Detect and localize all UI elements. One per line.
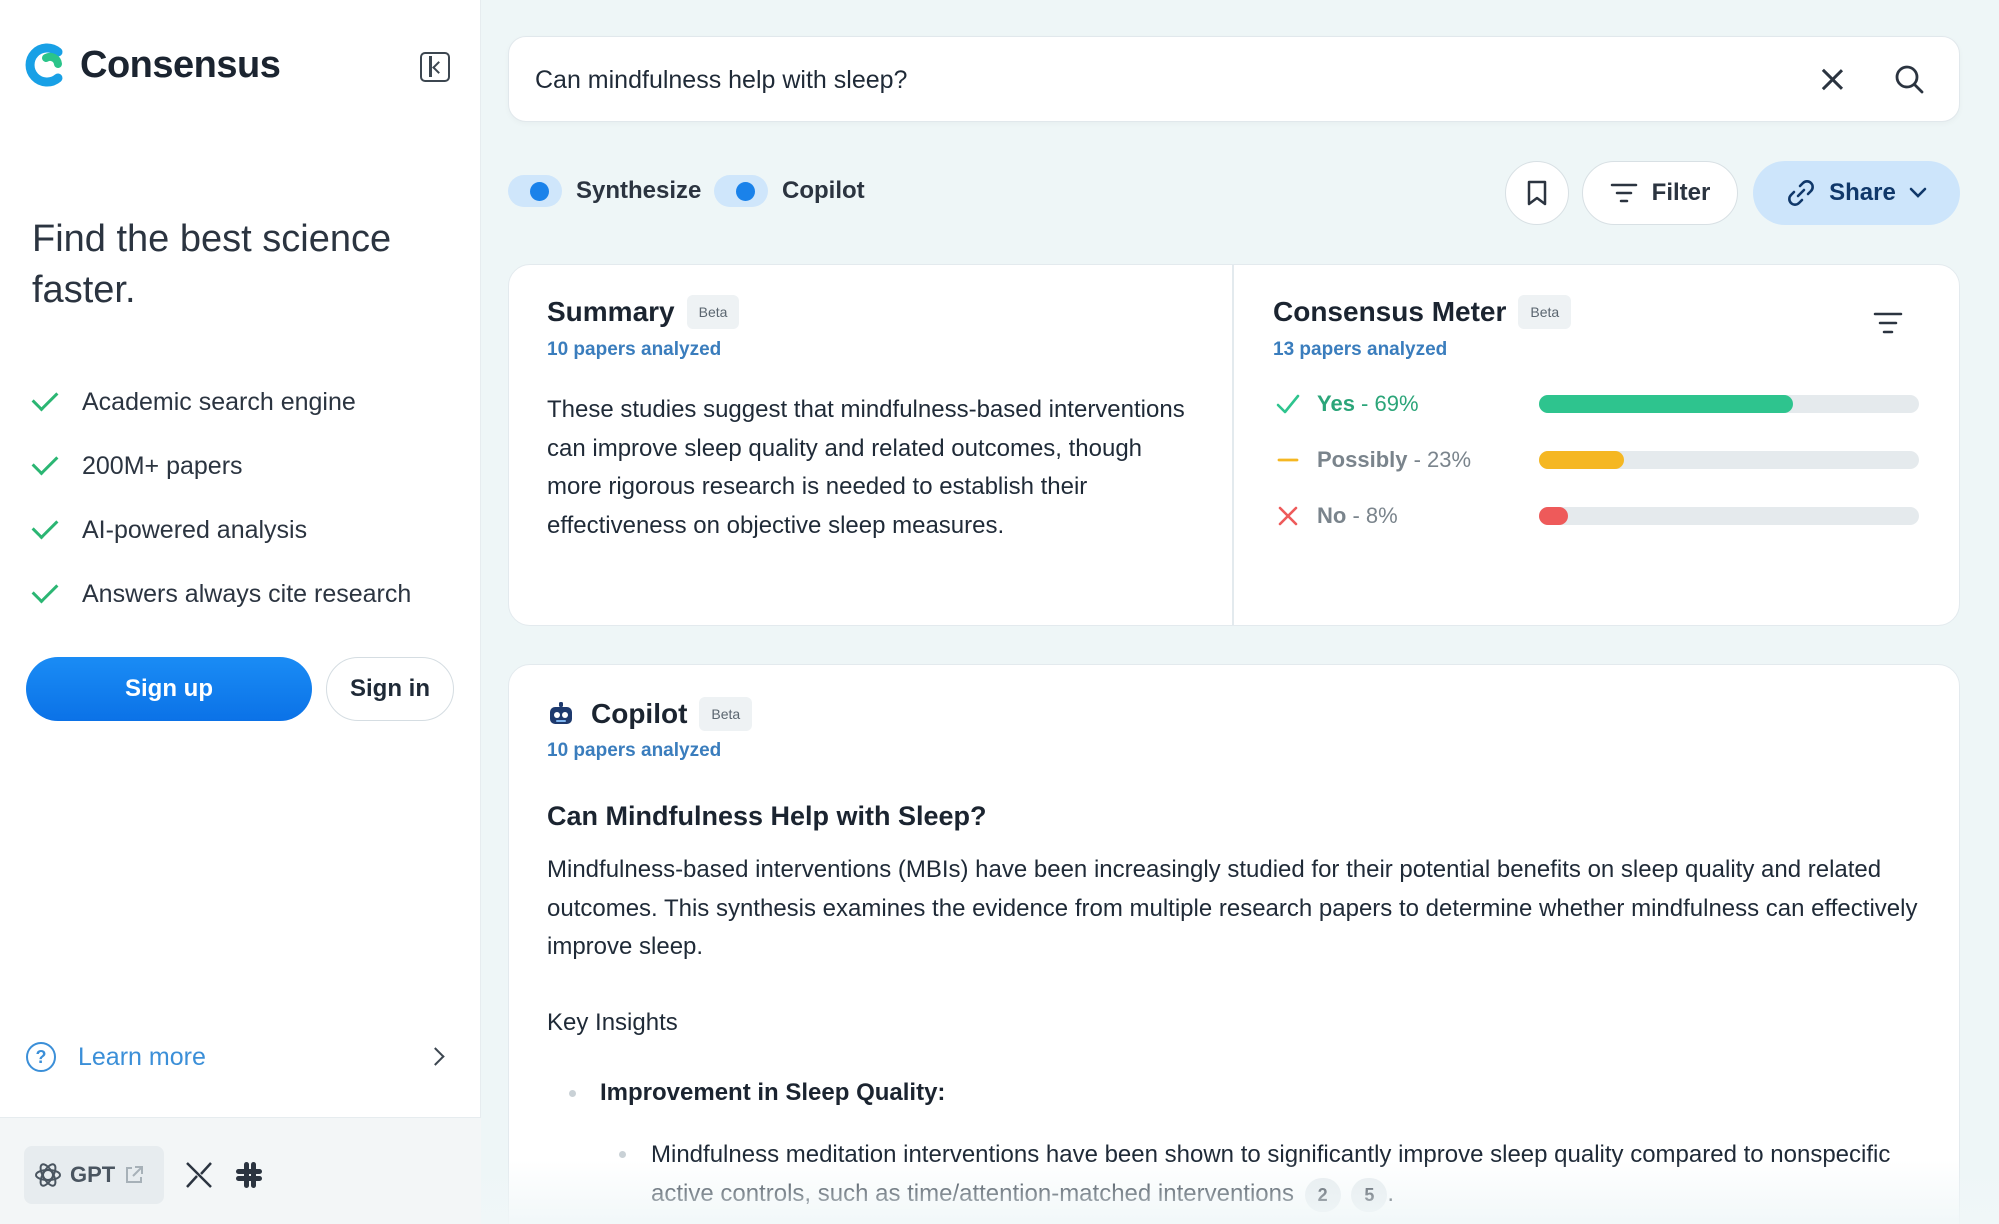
- meter-bar-fill: [1539, 507, 1568, 525]
- filter-button[interactable]: Filter: [1582, 161, 1738, 225]
- meter-paper-count: 13 papers analyzed: [1273, 339, 1448, 360]
- summary-header: Summary Beta: [547, 295, 740, 329]
- feature-item: 200M+ papers: [31, 434, 411, 498]
- sign-up-button[interactable]: Sign up: [26, 657, 312, 721]
- meter-bar: [1539, 451, 1919, 469]
- check-icon: [1276, 394, 1300, 414]
- consensus-logo-icon: [25, 43, 63, 87]
- meter-bar-fill: [1539, 451, 1624, 469]
- toggle-track: [714, 175, 768, 207]
- sign-in-button[interactable]: Sign in: [326, 657, 454, 721]
- list-item: Improvement in Sleep Quality:: [569, 1079, 945, 1107]
- summary-text: These studies suggest that mindfulness-b…: [547, 396, 1185, 539]
- robot-icon: [550, 702, 572, 724]
- filter-label: Filter: [1651, 179, 1711, 206]
- copilot-toggle[interactable]: Copilot: [714, 174, 865, 208]
- feature-item: Answers always cite research: [31, 562, 412, 626]
- help-icon: ?: [26, 1042, 56, 1072]
- check-icon: [31, 448, 59, 476]
- feature-item: AI-powered analysis: [31, 498, 411, 562]
- meter-bar-fill: [1539, 395, 1793, 413]
- toggle-label: Synthesize: [576, 177, 702, 204]
- insight-title-label: Improvement in Sleep Quality:: [600, 1079, 946, 1106]
- clear-search-icon[interactable]: [1817, 64, 1847, 94]
- chevron-down-icon: [1909, 187, 1927, 198]
- scroll-fade: [481, 1160, 1999, 1224]
- copilot-intro: Mindfulness-based interventions (MBIs) h…: [547, 856, 1918, 960]
- feature-label: Answers always cite research: [82, 579, 412, 608]
- sidebar-footer: GPT: [0, 1117, 481, 1224]
- toggle-track: [508, 175, 562, 207]
- summary-card: Summary Beta 10 papers analyzed These st…: [508, 264, 1960, 626]
- copilot-title: Copilot: [591, 698, 688, 729]
- beta-badge: Beta: [1518, 295, 1572, 329]
- meter-label: Yes - 69%: [1317, 391, 1419, 416]
- feature-label: Academic search engine: [82, 387, 356, 416]
- check-icon: [31, 576, 59, 604]
- dash-icon: [1277, 458, 1299, 462]
- copilot-card: Copilot Beta 10 papers analyzed Can Mind…: [508, 664, 1960, 1224]
- synthesize-toggle[interactable]: Synthesize: [508, 174, 701, 208]
- learn-more-link[interactable]: ? Learn more: [26, 1040, 454, 1074]
- collapse-sidebar-icon[interactable]: [420, 52, 450, 82]
- insight-title: Improvement in Sleep Quality:: [600, 1079, 945, 1107]
- summary-paper-count: 10 papers analyzed: [547, 339, 722, 360]
- key-insights-heading: Key Insights: [547, 1009, 678, 1036]
- sort-filter-icon[interactable]: [1873, 311, 1903, 335]
- search-bar[interactable]: Can mindfulness help with sleep?: [508, 36, 1960, 122]
- meter-header: Consensus Meter Beta: [1273, 295, 1572, 329]
- meter-bar: [1539, 507, 1919, 525]
- openai-icon: [35, 1163, 61, 1187]
- slack-icon[interactable]: [234, 1160, 264, 1190]
- x-twitter-icon[interactable]: [184, 1160, 214, 1190]
- check-icon: [31, 384, 59, 412]
- brand-name: Consensus: [80, 43, 281, 86]
- feature-label: AI-powered analysis: [82, 515, 308, 544]
- external-link-icon: [126, 1166, 144, 1183]
- bullet-dot: [619, 1151, 626, 1158]
- gpt-link[interactable]: GPT: [24, 1146, 164, 1204]
- meter-label: No - 8%: [1317, 503, 1398, 528]
- brand[interactable]: Consensus: [24, 42, 281, 88]
- toggle-label: Copilot: [782, 177, 865, 204]
- summary-title: Summary: [547, 296, 675, 327]
- gpt-label: GPT: [70, 1162, 116, 1187]
- meter-bar: [1539, 395, 1919, 413]
- divider: [1232, 265, 1234, 625]
- feature-item: Academic search engine: [31, 370, 411, 434]
- bookmark-button[interactable]: [1505, 161, 1569, 225]
- copilot-heading: Can Mindfulness Help with Sleep?: [547, 801, 987, 831]
- meter-row-no: No - 8%: [1275, 499, 1925, 533]
- sidebar: Consensus Find the best science faster. …: [0, 0, 481, 1224]
- search-input[interactable]: Can mindfulness help with sleep?: [535, 66, 907, 95]
- learn-more-label: Learn more: [78, 1042, 206, 1071]
- tagline: Find the best science faster.: [32, 218, 392, 311]
- filter-icon: [1610, 183, 1637, 203]
- feature-label: 200M+ papers: [82, 451, 243, 480]
- share-label: Share: [1829, 179, 1896, 206]
- meter-title: Consensus Meter: [1273, 296, 1507, 327]
- meter-label: Possibly - 23%: [1317, 447, 1472, 472]
- beta-badge: Beta: [699, 697, 753, 731]
- cross-icon: [1278, 506, 1298, 526]
- bookmark-icon: [1527, 180, 1547, 206]
- chevron-right-icon: [426, 1047, 445, 1066]
- check-icon: [31, 512, 59, 540]
- search-icon[interactable]: [1893, 63, 1925, 95]
- meter-row-yes: Yes - 69%: [1275, 387, 1925, 421]
- share-button[interactable]: Share: [1753, 161, 1960, 225]
- link-icon: [1788, 180, 1815, 206]
- bullet-dot: [569, 1089, 576, 1097]
- feature-list: Academic search engine 200M+ papers AI-p…: [31, 370, 412, 626]
- copilot-header: Copilot Beta: [547, 697, 753, 731]
- copilot-paper-count: 10 papers analyzed: [547, 740, 722, 761]
- meter-row-possibly: Possibly - 23%: [1275, 443, 1925, 477]
- beta-badge: Beta: [686, 295, 740, 329]
